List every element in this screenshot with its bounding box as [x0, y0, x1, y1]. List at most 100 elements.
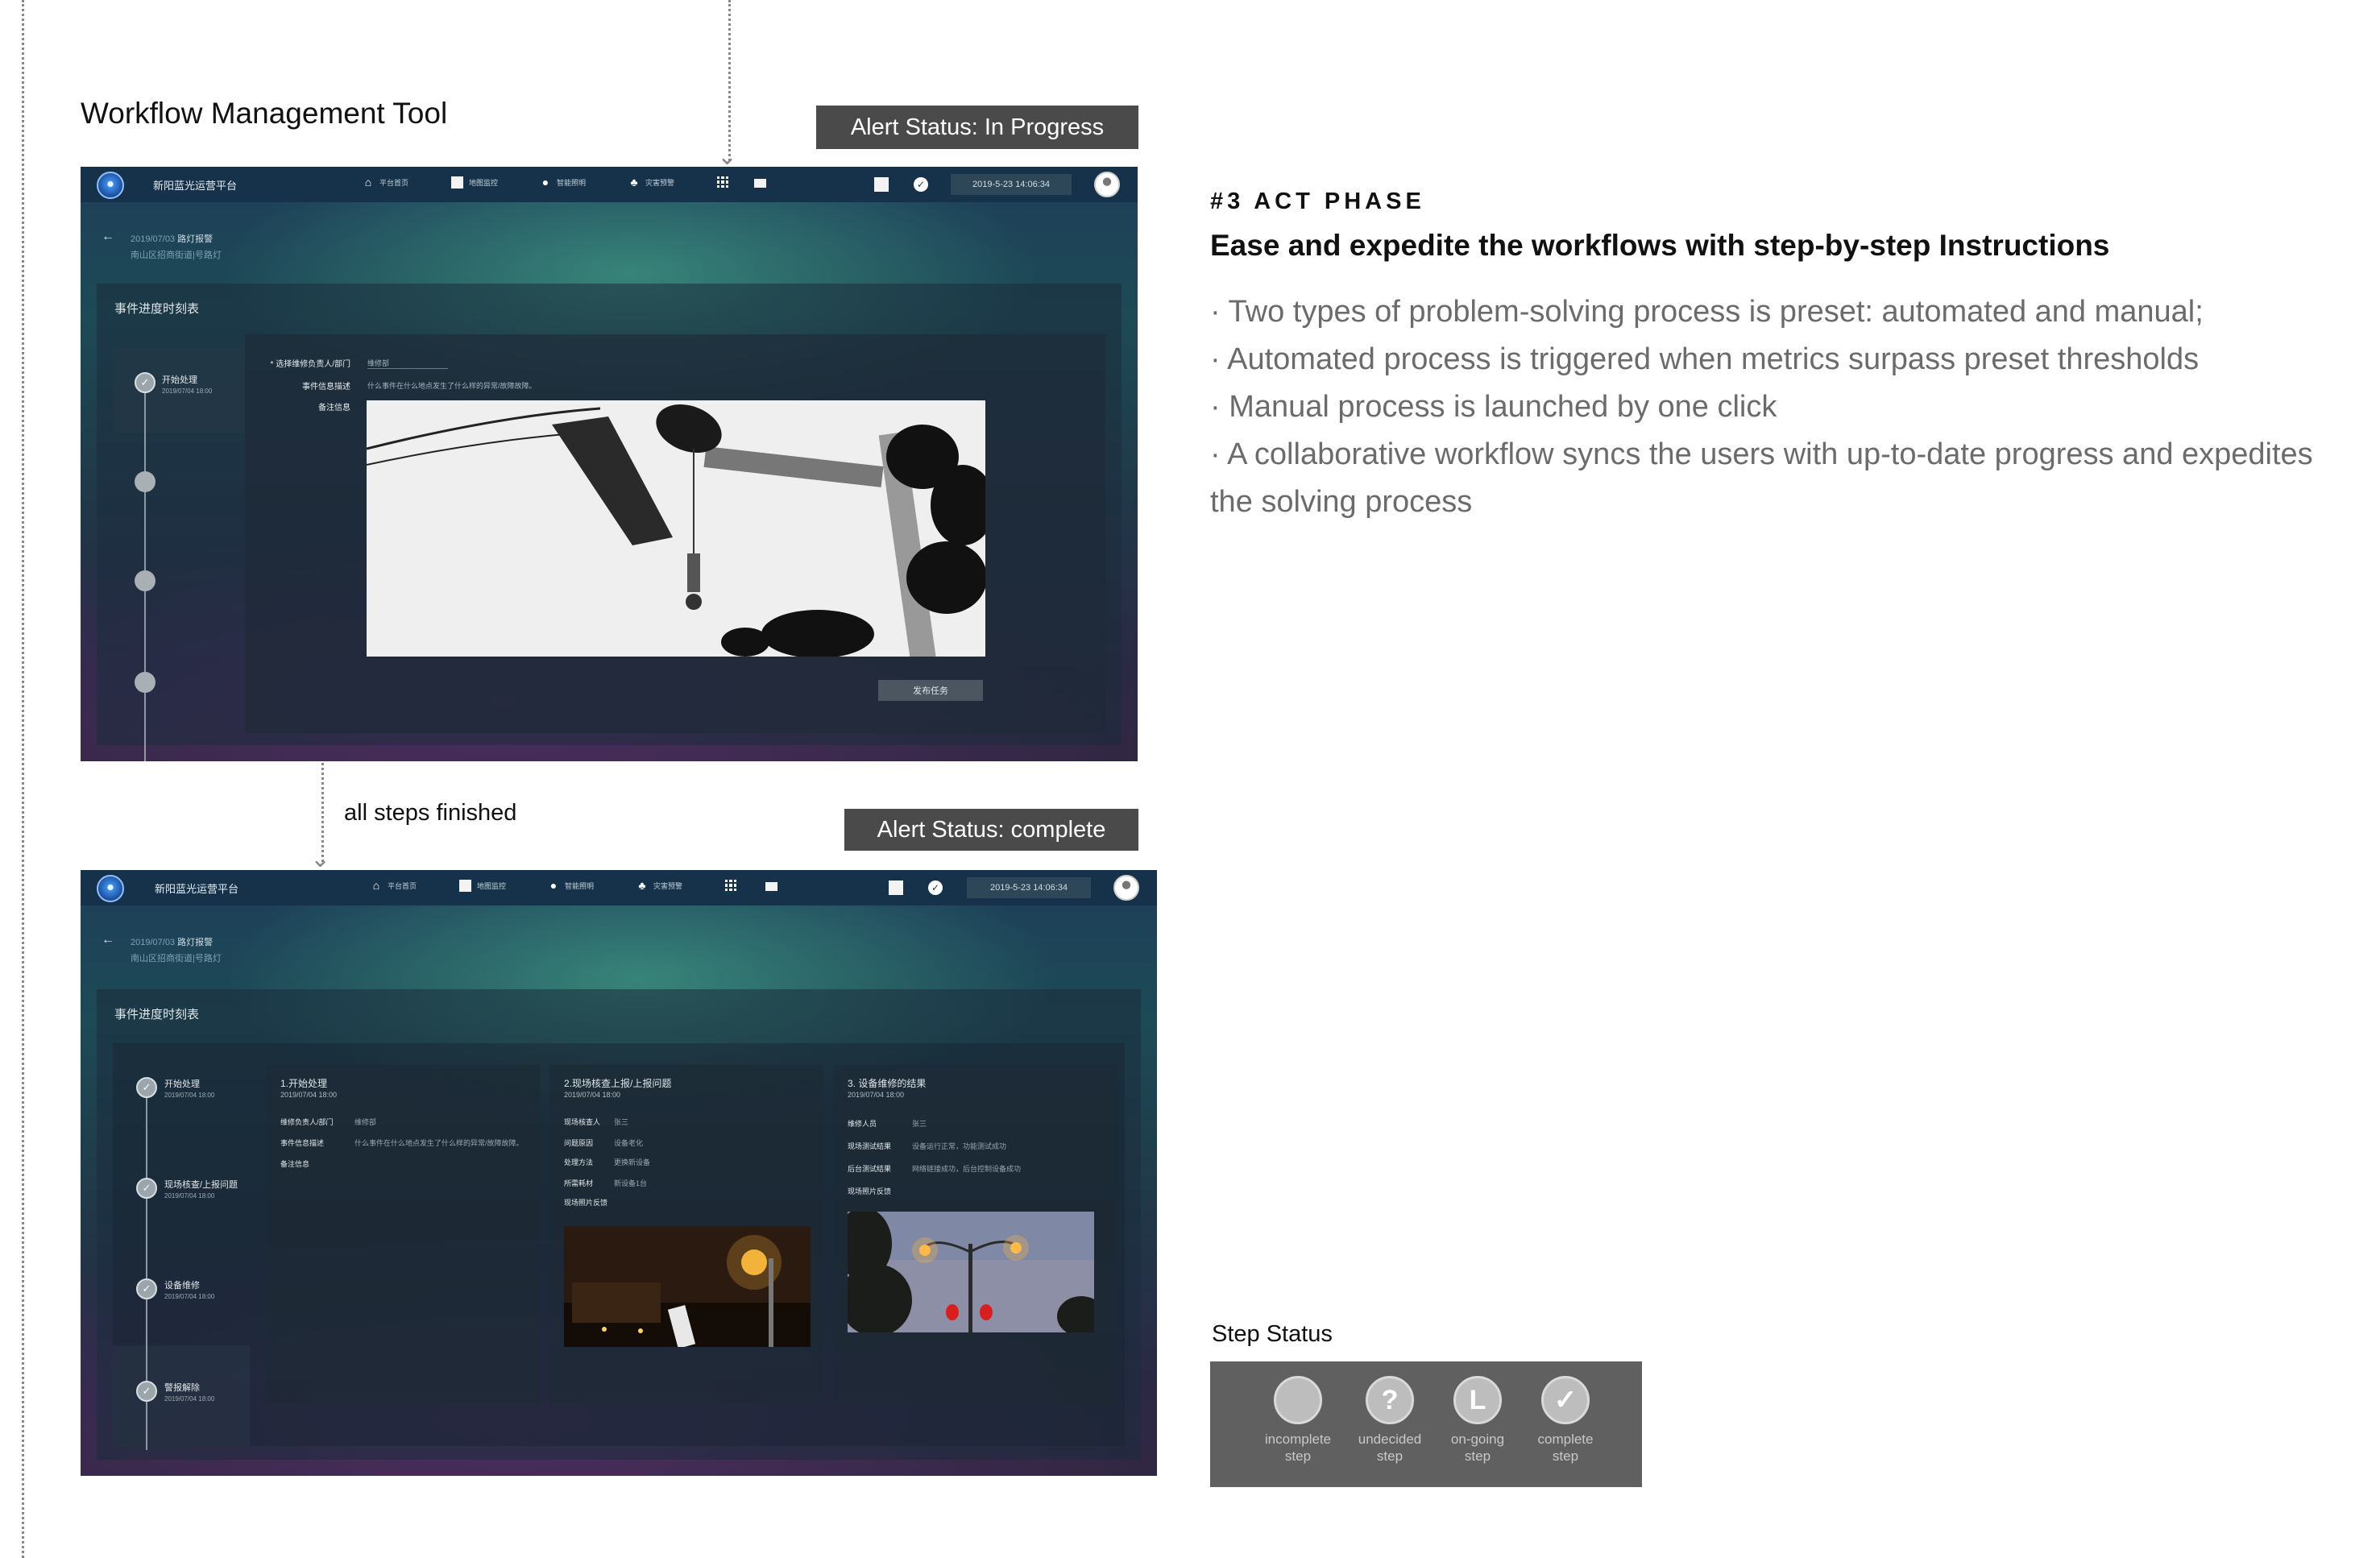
streetlight-photo [367, 400, 985, 657]
field-value: 张三 [912, 1120, 927, 1128]
field-value: 维修部 [355, 1118, 377, 1126]
user-avatar[interactable] [1094, 172, 1120, 197]
field-label: 处理方法 [564, 1158, 594, 1166]
map-icon [459, 880, 471, 892]
breadcrumb-title: 路灯报警 [177, 234, 214, 244]
app-screenshot-in-progress: 新阳蓝光运营平台 ⌂ 平台首页 地图监控 ● 智能照明 ♣ 灾害预警 ✓ 2019-5… [81, 167, 1138, 761]
field-value: 张三 [614, 1118, 629, 1126]
alert-status-in-progress: Alert Status: In Progress [816, 106, 1138, 149]
owner-select[interactable]: 维修部 [367, 358, 448, 369]
breadcrumb-location: 南山区招商街道|号路灯 [131, 954, 222, 963]
card-date: 2019/07/04 18:00 [564, 1091, 621, 1099]
apps-grid-button[interactable] [725, 880, 736, 891]
nav-label: 灾害预警 [645, 178, 675, 187]
top-nav-bar: 新阳蓝光运营平台 ⌂ 平台首页 地图监控 ● 智能照明 ♣ 灾害预警 ✓ 2019-5… [81, 167, 1138, 202]
back-arrow-icon[interactable]: ← [102, 230, 114, 244]
field-label: 现场测试结果 [848, 1142, 892, 1150]
field-value: 什么事件在什么地点发生了什么样的异常/故障故障。 [355, 1139, 524, 1147]
step-time: 2019/07/04 18:00 [162, 387, 213, 395]
datetime-display: 2019-5-23 14:06:34 [951, 174, 1072, 195]
apps-grid-button[interactable] [717, 176, 728, 188]
legend-label: on-going [1450, 1432, 1505, 1447]
platform-name: 新阳蓝光运营平台 [153, 180, 238, 192]
legend-item: incomplete step [1254, 1376, 1342, 1465]
screen-button[interactable] [889, 881, 903, 895]
message-icon [765, 882, 777, 891]
section-title: Workflow Management Tool [81, 97, 448, 130]
app-screenshot-complete: 新阳蓝光运营平台 ⌂ 平台首页 地图监控 ● 智能照明 ♣ 灾害预警 ✓ 2019-5… [81, 870, 1157, 1476]
undecided-step-icon: ? [1366, 1376, 1414, 1424]
legend-label: step [1464, 1448, 1491, 1464]
platform-logo [97, 172, 124, 199]
left-guide-line [22, 0, 24, 1558]
message-button[interactable] [754, 179, 766, 188]
legend-label: step [1552, 1448, 1579, 1464]
nav-disaster-alert[interactable]: ♣ 灾害预警 [628, 176, 674, 188]
step-label: 开始处理 [162, 375, 197, 385]
owner-label: * 选择维修负责人/部门 [270, 360, 350, 369]
nav-home[interactable]: ⌂ 平台首页 [363, 176, 408, 188]
breadcrumb: 2019/07/03 路灯报警 南山区招商街道|号路灯 [131, 231, 222, 263]
bulb-icon: ● [549, 879, 558, 892]
alert-status-complete: Alert Status: complete [844, 809, 1138, 851]
step-label: 警报解除 [164, 1383, 200, 1393]
bullet-item: · Two types of problem-solving process i… [1210, 295, 2204, 329]
screen-icon [889, 881, 903, 895]
step-card-3: 3. 设备维修的结果 2019/07/04 18:00 维修人员 张三 现场测试… [833, 1065, 1117, 1403]
nav-label: 智能照明 [557, 178, 587, 187]
legend-label: step [1376, 1448, 1404, 1464]
legend-label: incomplete [1264, 1432, 1332, 1447]
breadcrumb-date: 2019/07/03 [131, 234, 176, 244]
nav-map-monitor[interactable]: 地图监控 [459, 880, 506, 892]
bullet-item: · A collaborative workflow syncs the use… [1210, 437, 2313, 519]
nav-label: 平台首页 [379, 178, 409, 187]
check-icon: ✓ [928, 881, 943, 895]
nav-label: 地图监控 [477, 882, 507, 890]
breadcrumb-date: 2019/07/03 [131, 938, 176, 947]
user-avatar[interactable] [1113, 875, 1139, 901]
nav-smart-lighting[interactable]: ● 智能照明 [540, 176, 586, 188]
check-icon: ✓ [914, 177, 928, 192]
publish-task-button[interactable]: 发布任务 [878, 680, 983, 701]
step-incomplete-icon [135, 570, 155, 591]
top-nav-bar: 新阳蓝光运营平台 ⌂ 平台首页 地图监控 ● 智能照明 ♣ 灾害预警 ✓ 2019-5… [81, 870, 1157, 905]
map-icon [451, 176, 463, 189]
breadcrumb-title: 路灯报警 [177, 938, 214, 947]
step-label: 现场核查/上报问题 [164, 1180, 238, 1190]
note-label: 备注信息 [318, 404, 350, 412]
grid-icon [717, 176, 728, 188]
panel-title: 事件进度时刻表 [114, 1008, 200, 1021]
nav-map-monitor[interactable]: 地图监控 [451, 176, 498, 189]
home-icon: ⌂ [364, 176, 372, 189]
field-value: 更换新设备 [614, 1158, 651, 1166]
description-label: 事件信息描述 [302, 383, 350, 392]
screen-button[interactable] [874, 177, 889, 192]
field-label: 维修负责人/部门 [280, 1118, 334, 1126]
repair-night-photo [564, 1226, 811, 1347]
platform-logo [97, 875, 124, 902]
back-arrow-icon[interactable]: ← [102, 933, 114, 947]
nav-disaster-alert[interactable]: ♣ 灾害预警 [636, 880, 682, 891]
nav-smart-lighting[interactable]: ● 智能照明 [548, 880, 594, 891]
step-status-legend: incomplete step ? undecided step L on-goin… [1210, 1361, 1642, 1487]
field-value: 设备运行正常，功能测试成功 [912, 1142, 1007, 1150]
home-icon: ⌂ [372, 879, 380, 892]
field-value: 设备老化 [614, 1139, 644, 1147]
nav-home[interactable]: ⌂ 平台首页 [371, 880, 417, 891]
legend-item: ✓ complete step [1521, 1376, 1610, 1465]
field-label: 后台测试结果 [848, 1165, 892, 1173]
grid-icon [725, 880, 736, 891]
transition-label: all steps finished [344, 800, 517, 826]
legend-label: undecided [1358, 1432, 1422, 1447]
ongoing-step-icon: L [1453, 1376, 1502, 1424]
step-card-2: 2.现场核查上报/上报问题 2019/07/04 18:00 现场核查人 张三 … [549, 1065, 823, 1403]
step-incomplete-icon [135, 672, 155, 693]
check-button[interactable]: ✓ [914, 177, 928, 192]
check-button[interactable]: ✓ [928, 881, 943, 895]
field-label: 现场照片反馈 [848, 1187, 892, 1195]
message-button[interactable] [765, 882, 777, 891]
description-field[interactable]: 什么事件在什么地点发生了什么样的异常/故障故障。 [367, 380, 537, 391]
card-title: 2.现场核查上报/上报问题 [564, 1078, 672, 1089]
step-time: 2019/07/04 18:00 [164, 1092, 215, 1099]
card-title: 1.开始处理 [280, 1078, 328, 1089]
